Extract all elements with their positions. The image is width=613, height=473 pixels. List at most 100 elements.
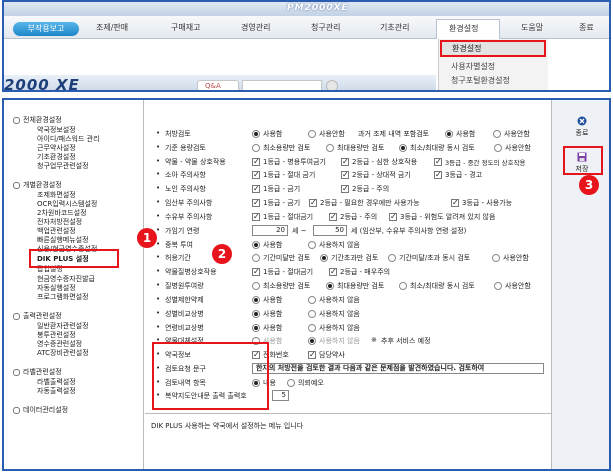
radio[interactable] — [493, 130, 501, 138]
qa-input[interactable] — [242, 80, 322, 90]
option-label: 사용안함 — [505, 144, 531, 152]
option-label: 사용하지 않음 — [319, 296, 360, 304]
tree-item[interactable]: 청구업무관련설정 — [37, 161, 89, 171]
description-text: DIK PLUS 사용하는 약국에서 설정하는 메뉴 입니다 — [151, 422, 304, 430]
row-gender-restricted: 성별제한약제 사용함 사용하지 않음 — [145, 294, 551, 306]
checkbox[interactable]: ✓ — [389, 213, 397, 221]
option-label: 사용하지 않음 — [319, 337, 360, 345]
checkbox[interactable]: ✓ — [309, 199, 317, 207]
menu-exit[interactable]: 종료 — [579, 22, 594, 33]
title-bar: PM2000XE — [4, 2, 609, 16]
radio[interactable] — [388, 254, 396, 262]
checkbox[interactable]: ✓ — [341, 158, 349, 166]
checkbox[interactable]: ✓ — [329, 213, 337, 221]
radio[interactable] — [492, 254, 500, 262]
age-to-input[interactable]: 50 — [313, 225, 347, 236]
radio[interactable] — [252, 310, 260, 318]
menu-report-button[interactable]: 부작용보고 — [13, 22, 79, 36]
row-age-disease: 연령비교상병 사용함 사용하지 않음 — [145, 322, 551, 334]
close-button[interactable]: 종료 — [570, 116, 594, 138]
row-elderly: 노인 주의사항 ✓1등급 - 금기 ✓2등급 - 주의 — [145, 183, 551, 195]
option-label: 사용하지 않음 — [319, 324, 360, 332]
radio[interactable] — [252, 282, 260, 290]
radio[interactable] — [287, 379, 295, 387]
tree-group-print[interactable]: 출력관련설정 — [13, 311, 62, 321]
radio[interactable] — [308, 130, 316, 138]
radio[interactable] — [252, 144, 260, 152]
radio[interactable] — [445, 130, 453, 138]
dropdown-claims-portal-settings[interactable]: 청구포털환경설정 — [451, 75, 510, 86]
row-label: 가임기 연령 — [156, 226, 200, 236]
radio[interactable] — [252, 241, 260, 249]
tree-group-global[interactable]: 전체환경설정 — [13, 115, 62, 125]
checkbox[interactable]: ✓ — [252, 213, 260, 221]
radio[interactable] — [399, 144, 407, 152]
radio[interactable] — [494, 144, 502, 152]
menu-inventory[interactable]: 구매재고 — [171, 22, 200, 33]
tree-item[interactable]: 프로그램화면설정 — [37, 292, 89, 302]
checkbox[interactable]: ✓ — [434, 171, 442, 179]
option-label: 3등급 - 위험도 알려져 있지 않음 — [400, 213, 496, 221]
review-request-input[interactable]: 한자의 처방전을 검토한 결과 다음과 같은 문제점을 발견하였습니다. 검토하… — [252, 363, 544, 374]
radio[interactable] — [308, 324, 316, 332]
checkbox[interactable]: ✓ — [308, 351, 316, 359]
step-badge-1: 1 — [137, 228, 157, 248]
highlight-save — [563, 146, 603, 175]
guide-count-input[interactable]: 5 — [272, 390, 289, 401]
radio[interactable] — [252, 254, 260, 262]
highlight-options — [152, 342, 269, 410]
checkbox[interactable]: ✓ — [252, 171, 260, 179]
tree-item[interactable]: 자동출력설정 — [37, 386, 76, 396]
menu-help[interactable]: 도움말 — [521, 22, 543, 33]
option-label: 1등급 - 금기 — [263, 199, 301, 207]
menu-settings-tab[interactable]: 환경설정 — [436, 19, 500, 39]
menu-claims[interactable]: 청구관리 — [311, 22, 340, 33]
radio[interactable] — [326, 144, 334, 152]
option-label: 2등급 - 매우주의 — [340, 268, 391, 276]
tree-group-individual[interactable]: 개별환경설정 — [13, 180, 62, 190]
radio[interactable] — [494, 282, 502, 290]
close-icon — [577, 116, 587, 126]
menu-management[interactable]: 경영관리 — [241, 22, 270, 33]
menu-basics[interactable]: 기초관리 — [380, 22, 409, 33]
option-label: 3등급 - 중간 정도의 상호작용 — [445, 159, 526, 167]
dropdown-user-settings[interactable]: 사용자별설정 — [451, 61, 495, 72]
radio[interactable] — [399, 282, 407, 290]
row-label: 성별비교상병 — [156, 309, 204, 319]
option-label: 사용하지 않음 — [319, 310, 360, 318]
radio[interactable] — [308, 241, 316, 249]
radio[interactable] — [252, 130, 260, 138]
option-label: 최대용량만 검토 — [337, 144, 385, 152]
dropdown-environment-settings[interactable]: 환경설정 — [440, 40, 546, 57]
option-label: 1등급 - 절대금기 — [263, 213, 314, 221]
row-lactation: 수유부 주의사항 ✓1등급 - 절대금기 ✓2등급 - 주의 ✓3등급 - 위험… — [145, 211, 551, 223]
row-label: 소아 주의사항 — [156, 170, 206, 180]
option-label: 최소/최대량 동시 검토 — [410, 144, 475, 152]
option-label: 2등급 - 필요한 경우에만 사용가능 — [320, 199, 420, 207]
age-from-input[interactable]: 20 — [252, 225, 288, 236]
option-label: 추후 서비스 예정 — [381, 337, 431, 345]
menu-dispense[interactable]: 조제/판매 — [96, 22, 128, 33]
checkbox[interactable]: ✓ — [252, 185, 260, 193]
radio[interactable] — [308, 310, 316, 318]
radio[interactable] — [326, 282, 334, 290]
checkbox[interactable]: ✓ — [434, 158, 442, 166]
checkbox[interactable]: ✓ — [341, 171, 349, 179]
radio[interactable] — [252, 324, 260, 332]
checkbox[interactable]: ✓ — [252, 158, 260, 166]
radio[interactable] — [252, 296, 260, 304]
tree-group-label[interactable]: 라벨관련설정 — [13, 367, 62, 377]
option-label: 최소용량만 검토 — [263, 144, 311, 152]
qa-search-button[interactable] — [326, 80, 338, 90]
tree-group-data[interactable]: 데이터관리설정 — [12, 405, 68, 415]
checkbox[interactable]: ✓ — [329, 268, 337, 276]
radio[interactable] — [308, 296, 316, 304]
checkbox[interactable]: ✓ — [252, 268, 260, 276]
menu-settings[interactable]: 환경설정 — [449, 23, 478, 34]
radio[interactable] — [320, 254, 328, 262]
checkbox[interactable]: ✓ — [252, 199, 260, 207]
option-label: 기간미달/초과 동시 검토 — [399, 254, 471, 262]
tree-item[interactable]: ATC장비관련설정 — [37, 348, 89, 358]
checkbox[interactable]: ✓ — [341, 185, 349, 193]
checkbox[interactable]: ✓ — [451, 199, 459, 207]
